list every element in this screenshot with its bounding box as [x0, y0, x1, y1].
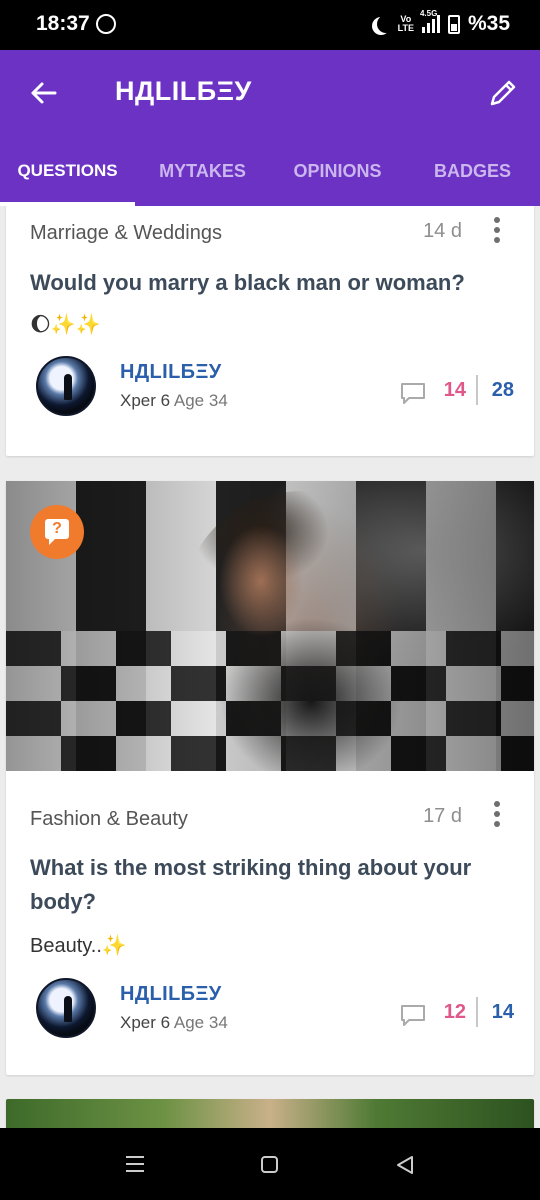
more-vertical-icon[interactable]: [492, 217, 502, 247]
profile-tabs: QUESTIONS MYTAKES OPINIONS BADGES: [0, 150, 540, 206]
question-image[interactable]: [6, 1099, 534, 1128]
question-title[interactable]: What is the most striking thing about yo…: [30, 851, 510, 919]
avatar[interactable]: [36, 356, 96, 416]
opinions-count: 12: [443, 1001, 466, 1023]
question-card[interactable]: [6, 1099, 534, 1128]
question-age: 14 d: [423, 220, 462, 242]
author-age: Age 34: [173, 391, 228, 410]
question-badge-icon: ?: [30, 505, 84, 559]
status-icons: Vo LTE 4.5G %35: [372, 9, 510, 36]
status-bar: 18:37 Vo LTE 4.5G %35: [0, 0, 540, 50]
question-category[interactable]: Marriage & Weddings: [30, 222, 222, 245]
battery-level: %35: [467, 12, 510, 35]
author-meta: Xper 6 Age 34: [120, 1013, 228, 1033]
tab-badges[interactable]: BADGES: [405, 150, 540, 206]
volte-bottom: LTE: [397, 23, 414, 33]
author-name[interactable]: НДLILБΞУ: [120, 983, 222, 1006]
opinions-count: 14: [443, 379, 466, 401]
tab-opinions[interactable]: OPINIONS: [270, 150, 405, 206]
system-nav-bar: [0, 1128, 540, 1200]
tab-questions[interactable]: QUESTIONS: [0, 150, 135, 206]
question-age: 17 d: [423, 805, 462, 827]
question-description: 🌔✨✨: [30, 314, 101, 336]
votes-count: 14: [491, 1001, 514, 1023]
question-card[interactable]: ? Fashion & Beauty 17 d What is the most…: [6, 481, 534, 1075]
page-title: НДLILБΞУ: [115, 76, 252, 106]
question-image[interactable]: ?: [6, 481, 534, 771]
signal-icon: 4.5G: [420, 9, 440, 33]
divider: [476, 375, 478, 405]
tab-mytakes[interactable]: MYTAKES: [135, 150, 270, 206]
sync-icon: [96, 14, 116, 34]
menu-icon[interactable]: [126, 1156, 144, 1177]
comment-icon: [401, 383, 425, 404]
network-type: 4.5G: [419, 9, 438, 18]
status-time: 18:37: [36, 12, 90, 35]
do-not-disturb-icon: [377, 15, 395, 33]
battery-icon: [447, 14, 460, 34]
author-level: Xper 6: [120, 391, 171, 410]
questions-feed: Marriage & Weddings 14 d Would you marry…: [0, 206, 540, 1128]
question-card[interactable]: Marriage & Weddings 14 d Would you marry…: [6, 206, 534, 456]
author-name[interactable]: НДLILБΞУ: [120, 361, 222, 384]
pencil-icon[interactable]: [486, 76, 520, 110]
back-triangle-icon[interactable]: [394, 1154, 416, 1176]
author-age: Age 34: [173, 1013, 228, 1032]
votes-count: 28: [491, 379, 514, 401]
volte-icon: Vo LTE: [398, 15, 414, 33]
divider: [476, 997, 478, 1027]
app-bar: НДLILБΞУ QUESTIONS MYTAKES OPINIONS BADG…: [0, 50, 540, 206]
author-meta: Xper 6 Age 34: [120, 391, 228, 411]
question-category[interactable]: Fashion & Beauty: [30, 808, 188, 831]
question-description: Beauty..✨: [30, 935, 127, 957]
home-icon[interactable]: [261, 1156, 278, 1173]
avatar[interactable]: [36, 978, 96, 1038]
arrow-left-icon[interactable]: [28, 78, 58, 108]
comment-icon: [401, 1005, 425, 1026]
more-vertical-icon[interactable]: [492, 801, 502, 831]
author-level: Xper 6: [120, 1013, 171, 1032]
question-title[interactable]: Would you marry a black man or woman?: [30, 266, 510, 300]
